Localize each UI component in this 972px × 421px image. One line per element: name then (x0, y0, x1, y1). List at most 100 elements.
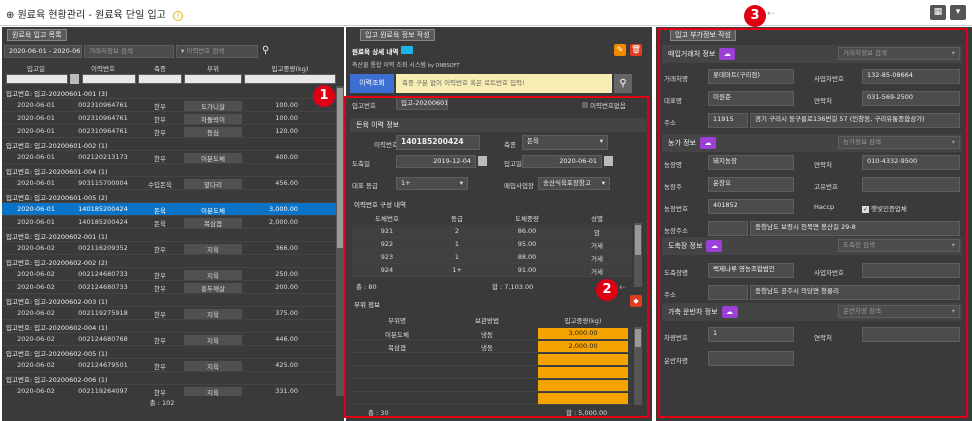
table-row[interactable]: 2020-06-02 002124680768 한우 지육 446.00 (2, 333, 336, 346)
col-header: 부위 (207, 65, 219, 73)
group-row[interactable]: 입고번호: 입고-20200602-005 (1) (2, 346, 336, 359)
group-label: 입고번호: 입고-20200602-005 (1) (6, 350, 108, 358)
group-row[interactable]: 입고번호: 입고-20200602-002 (2) (2, 255, 336, 268)
table-row[interactable]: 2020-06-02 002124679501 한우 지육 425.00 (2, 359, 336, 372)
table-cell: 한우 (154, 129, 166, 137)
group-row[interactable]: 입고번호: 입고-20200601-005 (2) (2, 190, 336, 203)
table-cell: 903115700004 (78, 179, 128, 187)
table-cell: 002119275918 (78, 309, 128, 317)
badge-2: 2 (596, 279, 618, 301)
table-cell: 한우 (154, 311, 166, 319)
filter-species[interactable] (138, 74, 182, 84)
calendar-icon[interactable]: ▦ (930, 5, 946, 20)
group-label: 입고번호: 입고-20200601-004 (1) (6, 168, 108, 176)
highlight-box-3 (658, 28, 968, 418)
search-icon[interactable]: ⚲ (614, 74, 632, 93)
table-cell: 002124680733 (78, 270, 128, 278)
group-row[interactable]: 입고번호: 입고-20200602-001 (1) (2, 229, 336, 242)
table-cell: 2020-06-01 (17, 205, 55, 213)
table-row[interactable]: 2020-06-02 002124680733 한우 홍두깨살 200.00 (2, 281, 336, 294)
table-cell: 지육 (184, 335, 242, 345)
group-row[interactable]: 입고번호: 입고-20200601-001 (3) (2, 86, 336, 99)
group-row[interactable]: 입고번호: 입고-20200602-003 (1) (2, 294, 336, 307)
table-row[interactable]: 2020-06-01 140185200424 돈육 목삼겹 2,000.00 (2, 216, 336, 229)
table-cell: 목삼겹 (184, 218, 242, 228)
table-cell: 한우 (154, 103, 166, 111)
table-row[interactable]: 2020-06-02 002119264097 한우 지육 331.00 (2, 385, 336, 396)
table-cell: 002116209352 (78, 244, 128, 252)
badge-3: 3 (744, 5, 766, 27)
edit-icon[interactable]: ✎ (614, 44, 626, 56)
group-label: 입고번호: 입고-20200602-001 (1) (6, 233, 108, 241)
table-cell: 002120213173 (78, 153, 128, 161)
table-row[interactable]: 2020-06-02 002124680733 한우 지육 250.00 (2, 268, 336, 281)
history-lookup-button[interactable]: 이력조회 (350, 74, 394, 93)
table-row[interactable]: 2020-06-01 002310964761 한우 등심 120.00 (2, 125, 336, 138)
group-label: 입고번호: 입고-20200601-002 (1) (6, 142, 108, 150)
table-cell: 한우 (154, 155, 166, 163)
group-row[interactable]: 입고번호: 입고-20200602-006 (1) (2, 372, 336, 385)
panel-title: 입고 원료육 정보 작성 (360, 29, 435, 41)
filter-weight[interactable] (244, 74, 336, 84)
table-cell: 002310964761 (78, 114, 128, 122)
table-cell: 002310964761 (78, 127, 128, 135)
filter-history[interactable] (82, 74, 136, 84)
title-bar: ⊕ 원료육 현황관리 - 원료육 단일 입고 ! ▦ ▾ (0, 0, 972, 26)
col-header: 축종 (154, 65, 166, 73)
table-cell: 2020-06-01 (17, 153, 55, 161)
col-header: 입고중량(kg) (271, 65, 309, 73)
table-cell: 2020-06-01 (17, 127, 55, 135)
table-cell: 100.00 (275, 101, 298, 109)
table-row[interactable]: 2020-06-02 002116209352 한우 지육 366.00 (2, 242, 336, 255)
group-row[interactable]: 입고번호: 입고-20200601-004 (1) (2, 164, 336, 177)
client-search-input[interactable]: 거래처정보 검색 (84, 45, 174, 58)
table-cell: 366.00 (275, 244, 298, 252)
date-range-field[interactable]: 2020-06-01 - 2020-06-30 (4, 45, 82, 58)
highlight-box-1 (344, 96, 649, 418)
table-cell: 002124679501 (78, 361, 128, 369)
table-cell: 등심 (184, 127, 242, 137)
table-cell: 지육 (184, 361, 242, 371)
table-cell: 지육 (184, 309, 242, 319)
table-cell: 002124680768 (78, 335, 128, 343)
table-row[interactable]: 2020-06-02 002119275918 한우 지육 375.00 (2, 307, 336, 320)
table-cell: 002310964761 (78, 101, 128, 109)
chevron-down-icon[interactable]: ▾ (950, 5, 966, 20)
table-cell: 2020-06-02 (17, 361, 55, 369)
table-row[interactable]: 2020-06-01 002310964761 한우 차돌박이 100.00 (2, 112, 336, 125)
col-header: 이력번호 (91, 65, 115, 73)
filter-part[interactable] (184, 74, 242, 84)
calendar-icon[interactable] (70, 74, 79, 84)
table-row[interactable]: 2020-06-01 903115700004 수입돈육 앞다리 456.00 (2, 177, 336, 190)
filter-date[interactable] (6, 74, 68, 84)
table-cell: 120.00 (275, 127, 298, 135)
search-icon[interactable]: ⚲ (262, 45, 269, 56)
table-cell: 100.00 (275, 114, 298, 122)
info-icon (401, 46, 414, 54)
receipt-list-panel: 원료육 입고 목록 2020-06-01 - 2020-06-30 거래처정보 … (2, 27, 344, 421)
table-cell: 002119264097 (78, 387, 128, 395)
page-title-text: 원료육 현황관리 - 원료육 단일 입고 (17, 10, 166, 21)
scrollbar[interactable] (336, 86, 344, 396)
group-row[interactable]: 입고번호: 입고-20200601-002 (1) (2, 138, 336, 151)
group-label: 입고번호: 입고-20200601-005 (2) (6, 194, 108, 202)
table-row[interactable]: 2020-06-01 002310964761 한우 도가니살 100.00 (2, 99, 336, 112)
table-cell: 2020-06-01 (17, 218, 55, 226)
table-cell: 375.00 (275, 309, 298, 317)
system-subtitle: 축산물 통합 이력 조회 시스템 by DNBSOFT (352, 62, 460, 69)
table-cell: 한우 (154, 389, 166, 396)
history-lookup-input[interactable]: 축종 구분 없이 이력번호 혹은 로트번호 입력! (396, 74, 612, 93)
group-label: 입고번호: 입고-20200602-002 (2) (6, 259, 108, 267)
table-cell: 이분도체 (184, 153, 242, 163)
table-cell: 456.00 (275, 179, 298, 187)
group-row[interactable]: 입고번호: 입고-20200602-004 (1) (2, 320, 336, 333)
history-search-input[interactable]: ▾ 이력번호 검색 (176, 45, 258, 58)
table-cell: 지육 (184, 244, 242, 254)
table-cell: 3,000.00 (269, 205, 298, 213)
table-row[interactable]: 2020-06-01 002120213173 한우 이분도체 400.00 (2, 151, 336, 164)
table-cell: 한우 (154, 246, 166, 254)
back-icon[interactable]: ⊕ (6, 10, 14, 21)
table-row[interactable]: 2020-06-01 140185200424 돈육 이분도체 3,000.00 (2, 203, 336, 216)
delete-icon[interactable]: 🗑 (630, 44, 642, 56)
detail-title: 원료육 상세 내역 (352, 46, 414, 56)
